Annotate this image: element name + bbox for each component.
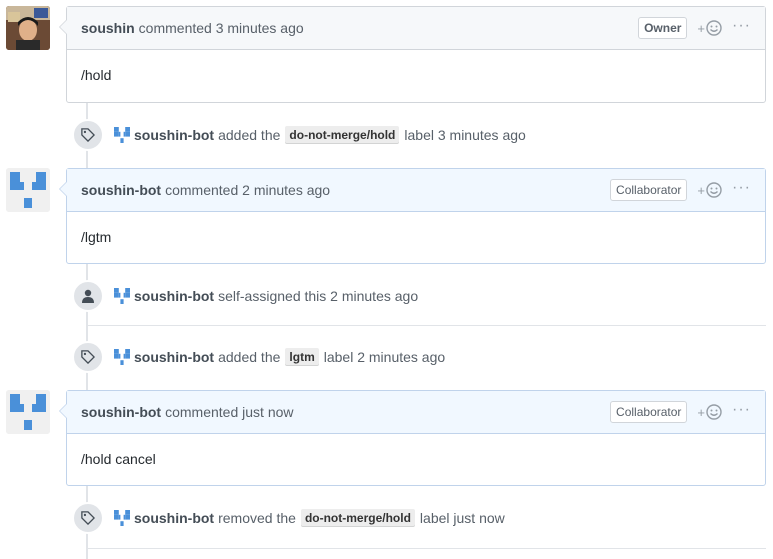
comment-header: soushin commented 3 minutes ago Owner + … [67, 7, 765, 50]
smiley-icon [706, 404, 722, 420]
comment-header: soushin-bot commented just now Collabora… [67, 391, 765, 434]
timeline-event-labeled: soushin-bot added the lgtm label 2 minut… [72, 341, 445, 373]
role-badge: Owner [638, 17, 688, 39]
event-time: label 2 minutes ago [323, 349, 446, 365]
timeline-event-assigned: soushin-bot self-assigned this 2 minutes… [72, 280, 418, 312]
plus-icon: + [697, 404, 706, 420]
add-reaction-button[interactable]: + [697, 182, 722, 198]
timeline-divider [86, 548, 766, 549]
event-description: soushin-bot added the do-not-merge/hold … [134, 126, 526, 144]
event-actor[interactable]: soushin-bot [134, 510, 214, 526]
event-action: added the [218, 127, 281, 143]
comment-author[interactable]: soushin-bot [81, 404, 161, 420]
event-actor[interactable]: soushin-bot [134, 288, 214, 304]
tag-icon [72, 341, 104, 373]
comment-body: /lgtm [81, 229, 112, 245]
timeline-event-unlabeled: soushin-bot removed the do-not-merge/hol… [72, 502, 505, 534]
person-icon [72, 280, 104, 312]
comment-body: /hold cancel [81, 451, 156, 467]
plus-icon: + [697, 182, 706, 198]
event-action: added the [218, 349, 281, 365]
bot-avatar-icon[interactable] [114, 127, 130, 143]
event-description: soushin-bot added the lgtm label 2 minut… [134, 348, 445, 366]
event-description: soushin-bot self-assigned this 2 minutes… [134, 288, 418, 304]
bot-avatar-icon[interactable] [114, 349, 130, 365]
role-badge: Collaborator [610, 401, 688, 423]
smiley-icon [706, 182, 722, 198]
avatar-soushin-bot[interactable] [6, 168, 50, 212]
plus-icon: + [697, 20, 706, 36]
tag-icon [72, 119, 104, 151]
event-time: label just now [419, 510, 505, 526]
smiley-icon [706, 20, 722, 36]
tag-icon [72, 502, 104, 534]
comment-body: /hold [81, 67, 112, 83]
event-time: label 3 minutes ago [404, 127, 526, 143]
add-reaction-button[interactable]: + [697, 404, 722, 420]
comment-author[interactable]: soushin-bot [81, 182, 161, 198]
role-badge: Collaborator [610, 179, 688, 201]
bot-avatar-icon[interactable] [114, 510, 130, 526]
avatar-soushin[interactable] [6, 6, 50, 50]
more-options-button[interactable]: ··· [732, 401, 751, 423]
more-options-button[interactable]: ··· [732, 179, 751, 201]
comment-3: soushin-bot commented just now Collabora… [59, 390, 766, 486]
comment-1: soushin commented 3 minutes ago Owner + … [59, 6, 766, 103]
comment-timestamp[interactable]: commented 3 minutes ago [139, 20, 304, 36]
more-options-button[interactable]: ··· [732, 17, 751, 39]
event-action: removed the [218, 510, 296, 526]
bot-avatar-icon[interactable] [114, 288, 130, 304]
label-badge[interactable]: do-not-merge/hold [285, 126, 400, 144]
event-actor[interactable]: soushin-bot [134, 127, 214, 143]
add-reaction-button[interactable]: + [697, 20, 722, 36]
label-badge[interactable]: lgtm [285, 348, 319, 366]
comment-timestamp[interactable]: commented just now [165, 404, 293, 420]
event-actor[interactable]: soushin-bot [134, 349, 214, 365]
timeline-divider [86, 325, 766, 326]
event-action: self-assigned this 2 minutes ago [218, 288, 419, 304]
comment-header: soushin-bot commented 2 minutes ago Coll… [67, 169, 765, 212]
comment-2: soushin-bot commented 2 minutes ago Coll… [59, 168, 766, 264]
timeline-event-labeled: soushin-bot added the do-not-merge/hold … [72, 119, 526, 151]
comment-author[interactable]: soushin [81, 20, 135, 36]
event-description: soushin-bot removed the do-not-merge/hol… [134, 509, 505, 527]
avatar-soushin-bot[interactable] [6, 390, 50, 434]
comment-timestamp[interactable]: commented 2 minutes ago [165, 182, 330, 198]
label-badge[interactable]: do-not-merge/hold [300, 509, 415, 527]
